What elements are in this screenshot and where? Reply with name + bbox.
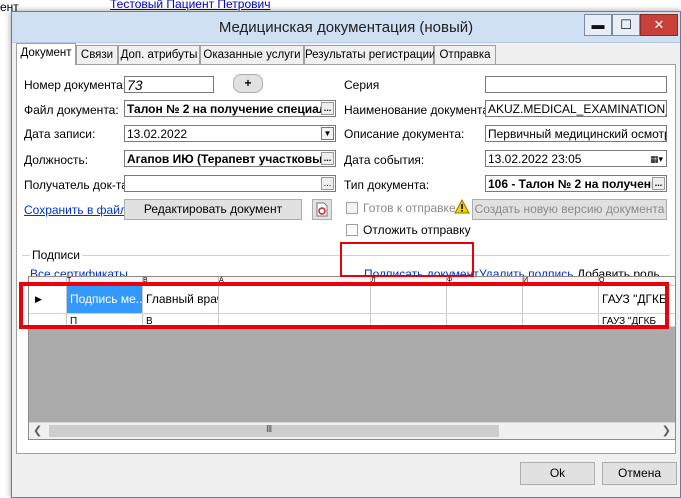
ok-button[interactable]: Ok: [520, 462, 595, 485]
horizontal-scrollbar[interactable]: ❮ III ❯: [29, 422, 675, 439]
tab-services[interactable]: Оказанные услуги: [200, 45, 304, 65]
position-browse-button[interactable]: ...: [321, 152, 334, 165]
save-to-file-link[interactable]: Сохранить в файл: [24, 203, 127, 217]
event-date-picker[interactable]: 13.02.2022 23:05 ▦▾: [485, 150, 667, 167]
edit-document-button[interactable]: Редактировать документ: [124, 199, 302, 220]
pdf-icon: [316, 202, 328, 217]
sign-document-highlight: [340, 242, 474, 277]
doc-file-label: Файл документа:: [24, 103, 119, 117]
scrollbar-thumb[interactable]: III: [49, 424, 499, 437]
doc-type-value: 106 - Талон № 2 на получени: [488, 177, 659, 191]
close-button[interactable]: ✕: [640, 14, 678, 36]
tab-links[interactable]: Связи: [76, 45, 118, 65]
position-input[interactable]: Агапов ИЮ (Терапевт участковы ...: [124, 150, 336, 167]
tab-extra-attributes[interactable]: Доп. атрибуты: [118, 45, 200, 65]
tab-registration-results[interactable]: Результаты регистрации: [304, 45, 435, 65]
doc-type-input[interactable]: 106 - Талон № 2 на получени ...: [485, 175, 667, 192]
doc-desc-input[interactable]: Первичный медицинский осмотр: [485, 125, 667, 142]
patient-link[interactable]: Тестовый Пациент Петрович: [110, 0, 270, 11]
doc-file-input[interactable]: Талон № 2 на получение специаль ...: [124, 100, 336, 117]
doc-file-value: Талон № 2 на получение специаль: [127, 102, 334, 116]
doc-file-browse-button[interactable]: ...: [321, 102, 334, 115]
postpone-send-label: Отложить отправку: [363, 223, 471, 237]
recipient-label: Получатель док-та: [24, 178, 128, 192]
minimize-button[interactable]: ▬: [584, 14, 612, 36]
doc-name-input[interactable]: AKUZ.MEDICAL_EXAMINATION_MAI: [485, 100, 667, 117]
pdf-button[interactable]: [312, 199, 332, 220]
ready-to-send-checkbox[interactable]: [346, 202, 358, 214]
maximize-button[interactable]: ☐: [612, 14, 640, 36]
ready-to-send-label: Готов к отправке: [363, 201, 456, 215]
calendar-icon[interactable]: ▦▾: [650, 151, 663, 166]
scroll-grip: III: [266, 424, 272, 435]
event-date-label: Дата события:: [344, 153, 425, 167]
window-title: Медицинская документация (новый): [218, 19, 474, 36]
title-bar[interactable]: Медицинская документация (новый) ▬ ☐ ✕: [12, 12, 680, 43]
series-label: Серия: [344, 78, 380, 92]
doc-type-label: Тип документа:: [344, 178, 430, 192]
cancel-button[interactable]: Отмена: [602, 462, 677, 485]
recipient-input[interactable]: ...: [124, 175, 336, 192]
postpone-send-checkbox[interactable]: [346, 224, 358, 236]
doc-number-input[interactable]: 73: [124, 76, 214, 93]
chevron-down-icon[interactable]: ▼: [321, 127, 334, 140]
scroll-right-icon[interactable]: ❯: [662, 424, 671, 437]
doc-name-label: Наименование документа:: [344, 103, 493, 117]
signature-row-highlight: [19, 282, 669, 329]
record-date-select[interactable]: 13.02.2022 ▼: [124, 125, 336, 142]
record-date-value: 13.02.2022: [127, 127, 188, 141]
doc-type-browse-button[interactable]: ...: [652, 177, 665, 190]
warning-icon: [454, 199, 470, 214]
tab-document[interactable]: Документ: [16, 43, 76, 65]
signatures-group-label: Подписи: [30, 248, 82, 262]
event-date-value: 13.02.2022 23:05: [488, 152, 582, 166]
create-new-version-button[interactable]: Создать новую версию документа: [472, 199, 667, 220]
doc-number-label: Номер документа:: [24, 78, 127, 92]
position-value: Агапов ИЮ (Терапевт участковы: [127, 152, 323, 166]
add-button[interactable]: +: [233, 74, 263, 93]
tab-sending[interactable]: Отправка: [434, 45, 496, 65]
position-label: Должность:: [24, 153, 89, 167]
series-input[interactable]: [485, 76, 667, 93]
doc-desc-label: Описание документа:: [344, 127, 465, 141]
record-date-label: Дата записи:: [24, 127, 96, 141]
recipient-browse-button[interactable]: ...: [321, 177, 334, 190]
scroll-left-icon[interactable]: ❮: [33, 424, 42, 437]
